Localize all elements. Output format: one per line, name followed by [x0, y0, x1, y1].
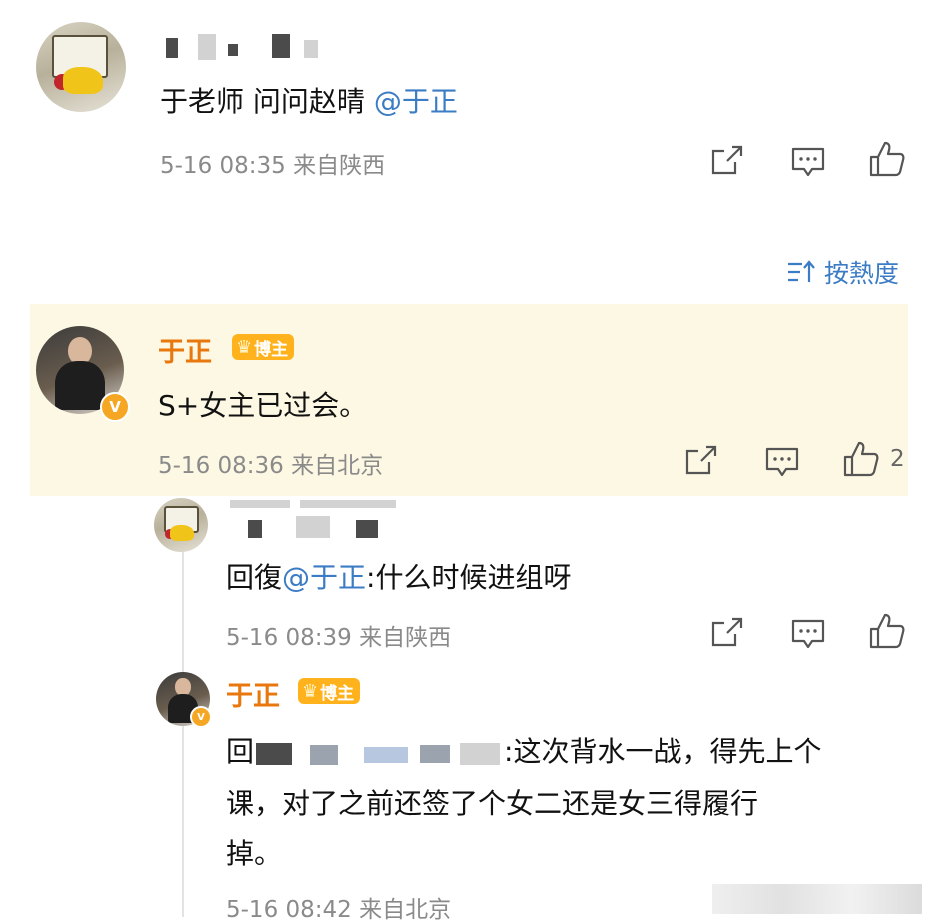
reply-prefix: 回復 — [226, 561, 283, 594]
crown-icon: ♛ — [236, 336, 253, 358]
like-icon[interactable] — [868, 140, 906, 178]
author-name[interactable]: 于正 — [158, 330, 212, 369]
reply-meta: 5-16 08:39 来自陕西 — [226, 618, 451, 652]
location: 来自陕西 — [293, 153, 386, 179]
sort-icon — [786, 259, 816, 285]
thread-line — [182, 552, 184, 917]
mention-link[interactable]: @于正 — [282, 561, 366, 594]
location: 来自陕西 — [359, 625, 452, 651]
like-icon[interactable] — [842, 440, 880, 478]
sort-control[interactable]: 按熱度 — [786, 254, 899, 290]
crown-icon: ♛ — [302, 680, 319, 702]
comment-icon[interactable] — [764, 446, 800, 478]
like-icon[interactable] — [868, 612, 906, 650]
reply-body: :这次背水一战，得先上个 — [504, 735, 822, 768]
blogger-badge: ♛ 博主 — [232, 334, 295, 360]
timestamp: 5-16 08:42 — [226, 897, 352, 923]
reply-text-line1: 回 :这次背水一战，得先上个 — [226, 730, 821, 770]
comment-icon[interactable] — [790, 146, 826, 178]
blogger-badge: ♛ 博主 — [298, 678, 361, 704]
reply-meta: 5-16 08:42 来自北京 — [226, 890, 451, 924]
like-count: 2 — [890, 446, 905, 472]
mention-link[interactable]: @于正 — [374, 85, 458, 118]
blurred-mention — [254, 739, 504, 767]
share-icon[interactable] — [710, 616, 744, 648]
reply-text: 回復@于正:什么时候进组呀 — [226, 556, 571, 596]
avatar[interactable] — [154, 498, 208, 552]
comment-meta: 5-16 08:36 来自北京 — [158, 446, 383, 480]
avatar[interactable] — [36, 22, 126, 112]
comment-text: 于老师 问问赵晴 @于正 — [160, 80, 458, 120]
reply-prefix: 回 — [226, 735, 255, 768]
v-badge-icon: V — [190, 706, 212, 728]
share-icon[interactable] — [710, 144, 744, 176]
timestamp: 5-16 08:35 — [160, 153, 286, 179]
location: 来自北京 — [291, 453, 384, 479]
timestamp: 5-16 08:39 — [226, 625, 352, 651]
author-name[interactable]: 于正 — [226, 674, 280, 713]
timestamp: 5-16 08:36 — [158, 453, 284, 479]
comment-body: 于老师 问问赵晴 — [160, 85, 365, 118]
comment-icon[interactable] — [790, 618, 826, 650]
watermark-blur — [712, 884, 922, 914]
sort-label: 按熱度 — [824, 259, 900, 288]
location: 来自北京 — [359, 897, 452, 923]
reply-text-line3: 掉。 — [226, 837, 283, 870]
reply-text-line2: 课，对了之前还签了个女二还是女三得履行 — [226, 787, 759, 820]
share-icon[interactable] — [684, 444, 718, 476]
badge-label: 博主 — [254, 339, 289, 360]
reply-body: :什么时候进组呀 — [366, 561, 572, 594]
comment-meta: 5-16 08:35 来自陕西 — [160, 146, 385, 180]
comment-text: S+女主已过会。 — [158, 389, 368, 422]
v-badge-icon: V — [100, 392, 130, 422]
badge-label: 博主 — [320, 683, 355, 704]
